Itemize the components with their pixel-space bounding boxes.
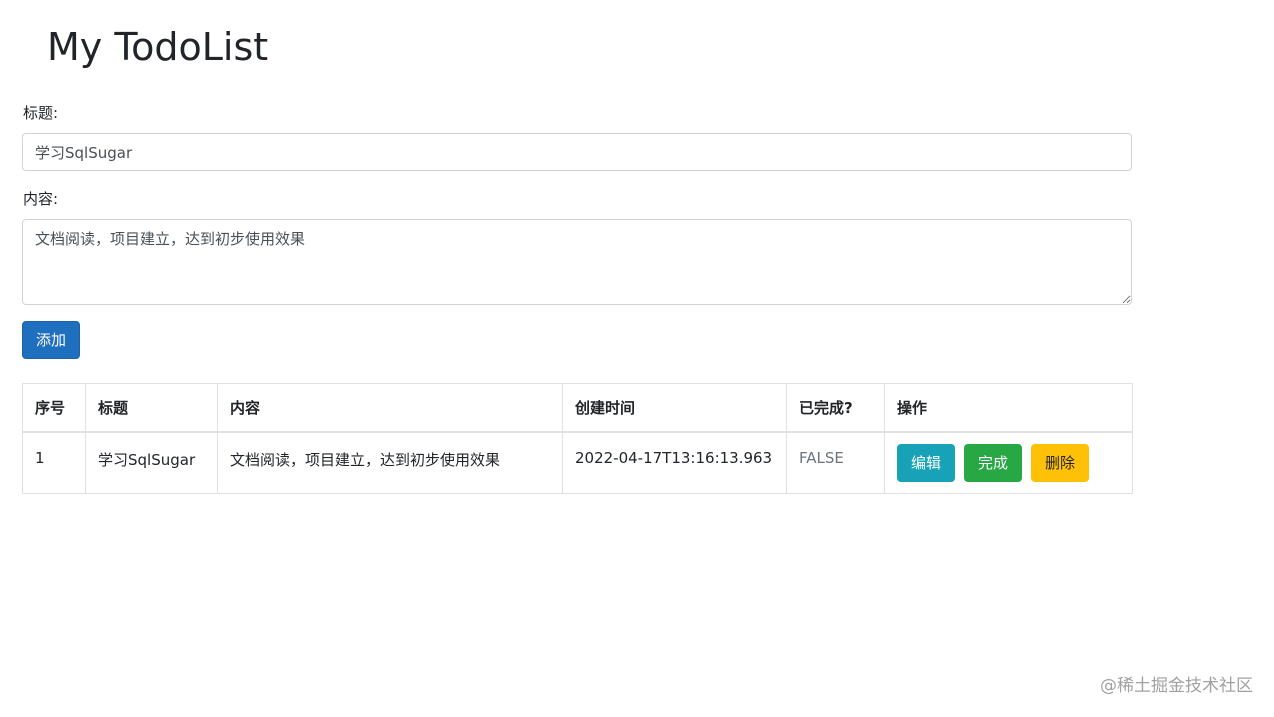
row-content: 文档阅读，项目建立，达到初步使用效果 [217,431,563,494]
content-textarea[interactable]: 文档阅读，项目建立，达到初步使用效果 [22,219,1132,305]
complete-button[interactable]: 完成 [964,443,1022,482]
row-title: 学习SqlSugar [85,431,218,494]
column-header-created: 创建时间 [562,383,787,433]
column-header-actions: 操作 [884,383,1133,433]
table-header: 序号 标题 内容 创建时间 已完成? 操作 [22,383,1133,433]
todo-table: 序号 标题 内容 创建时间 已完成? 操作 1 学习SqlSugar 文档阅读，… [22,383,1133,494]
title-input[interactable] [22,133,1132,171]
column-header-title: 标题 [85,383,218,433]
column-header-done: 已完成? [786,383,885,433]
table-body: 1 学习SqlSugar 文档阅读，项目建立，达到初步使用效果 2022-04-… [22,431,1133,494]
todo-app: My TodoList 标题: 内容: 文档阅读，项目建立，达到初步使用效果 添… [0,0,1274,717]
column-header-index: 序号 [22,383,86,433]
content-field-label: 内容: [23,190,59,208]
table-header-row: 序号 标题 内容 创建时间 已完成? 操作 [22,383,1133,433]
add-button[interactable]: 添加 [22,321,80,359]
row-actions: 编辑 完成 删除 [884,431,1133,494]
row-done-status: FALSE [786,431,885,494]
edit-button[interactable]: 编辑 [897,443,955,482]
delete-button[interactable]: 删除 [1031,443,1089,482]
row-created-time: 2022-04-17T13:16:13.963 [562,431,787,494]
page-title: My TodoList [47,25,269,69]
title-field-label: 标题: [23,104,59,122]
table-row: 1 学习SqlSugar 文档阅读，项目建立，达到初步使用效果 2022-04-… [22,431,1133,494]
row-index: 1 [22,431,86,494]
column-header-content: 内容 [217,383,563,433]
watermark: @稀土掘金技术社区 [1100,676,1253,696]
